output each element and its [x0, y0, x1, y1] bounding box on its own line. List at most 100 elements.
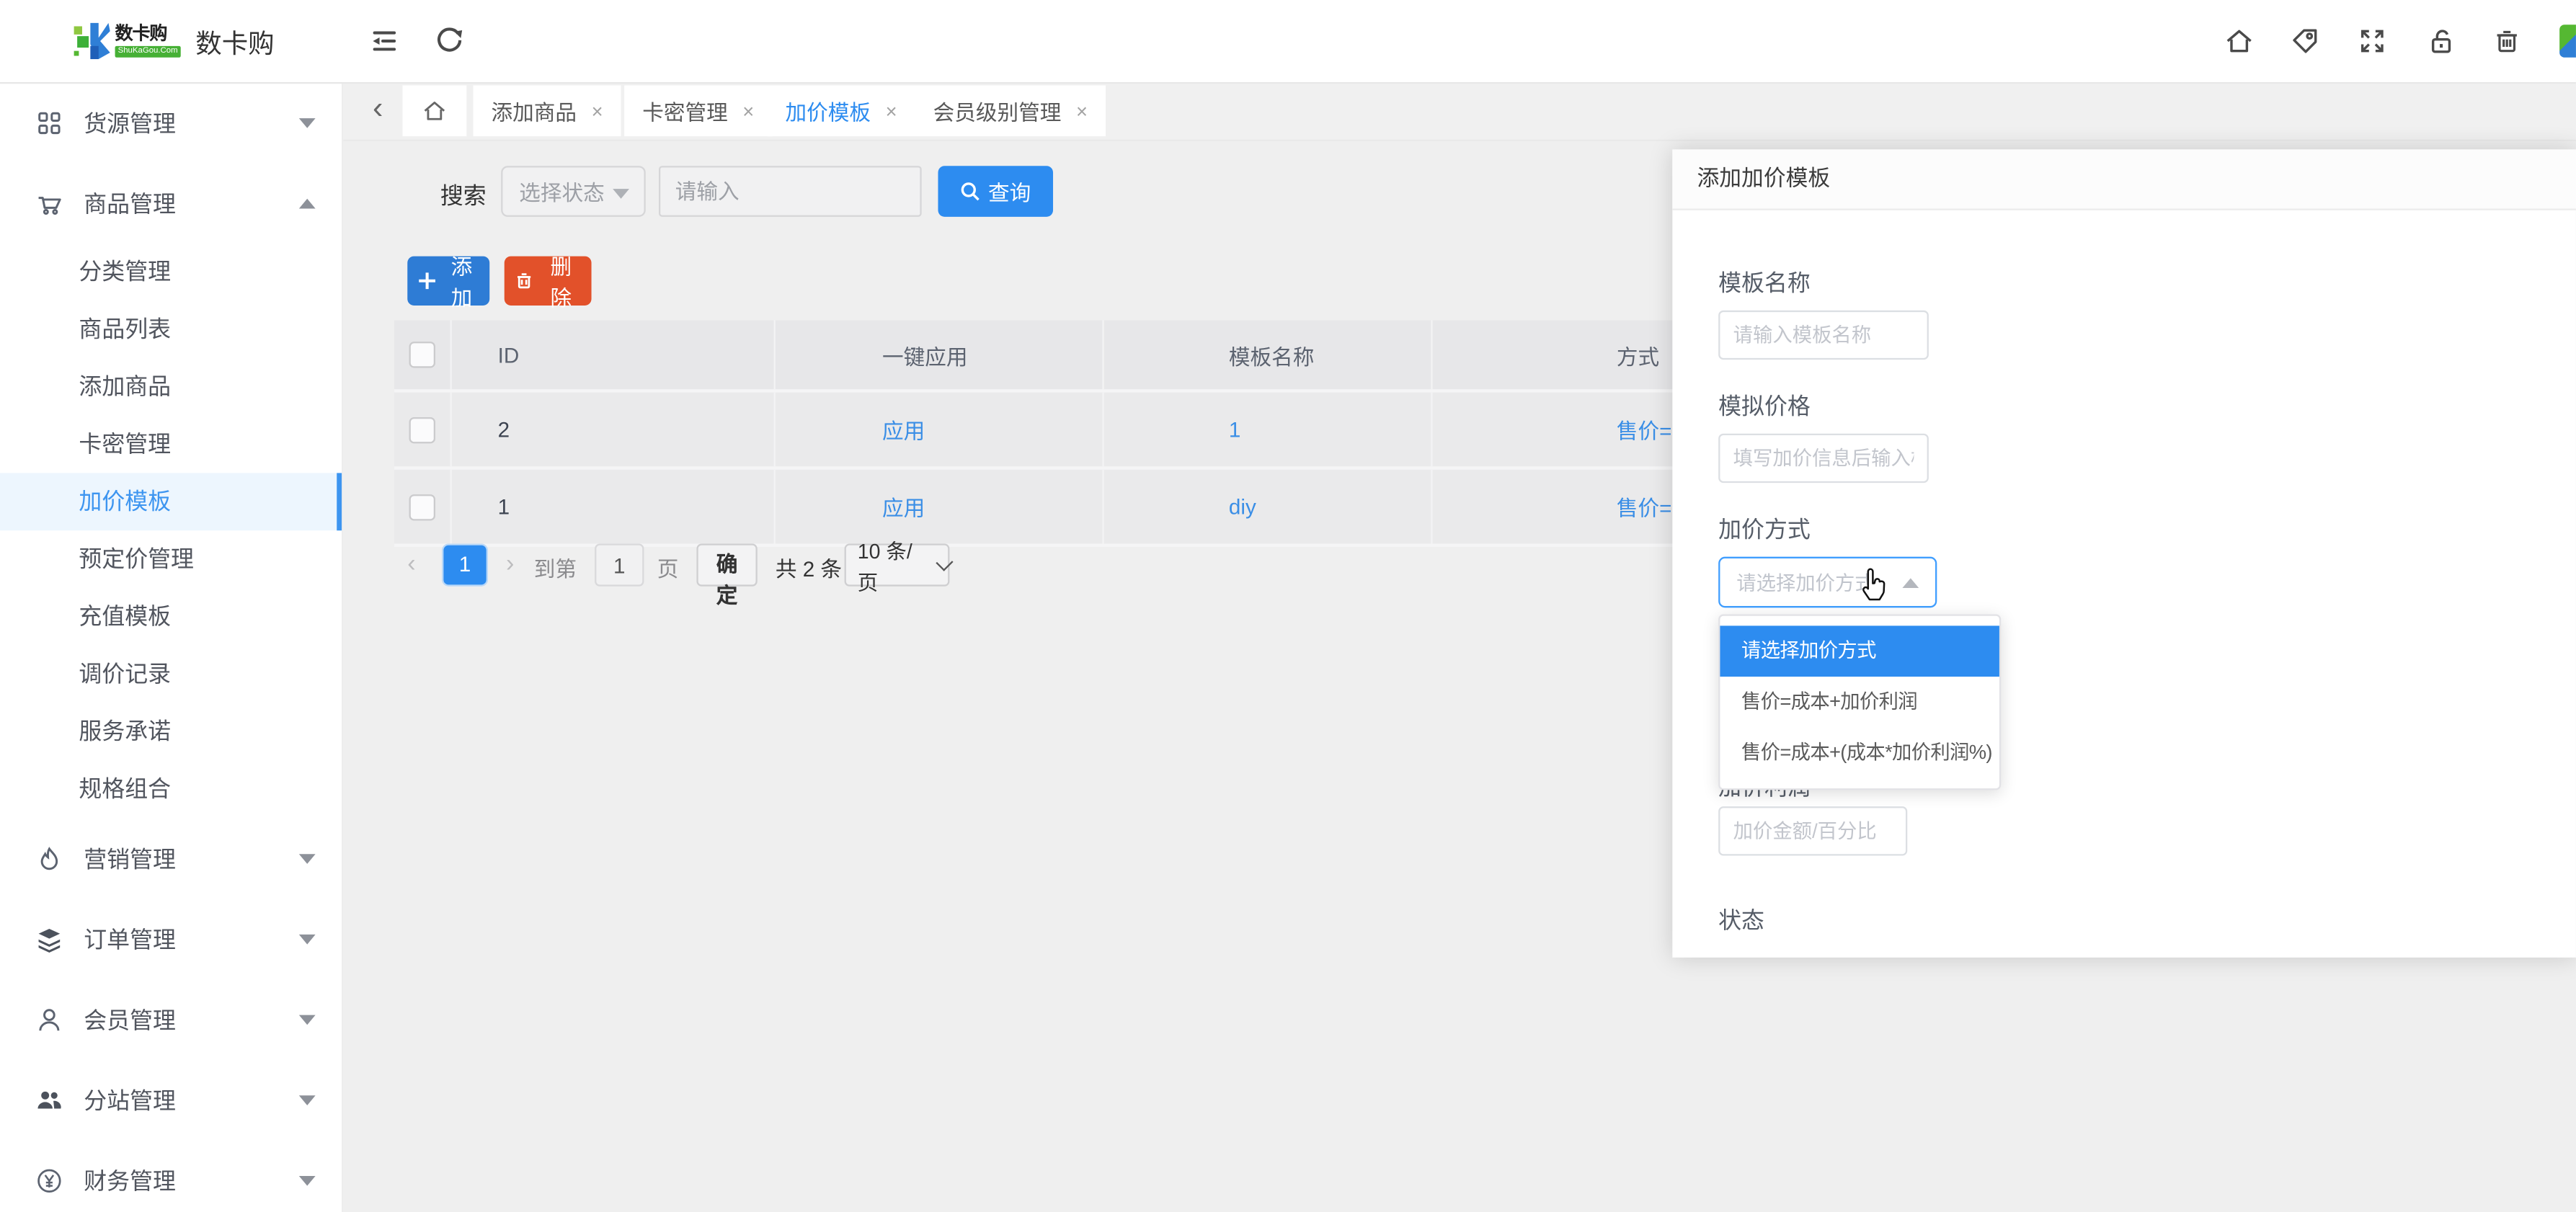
tabs-back-button[interactable]: ‹ [360, 89, 396, 133]
top-header: 数卡购 ShuKaGou.Com 数卡购 [0, 0, 2576, 84]
sidebar-item-spec-combo[interactable]: 规格组合 [0, 760, 342, 818]
trash-icon[interactable] [2492, 26, 2522, 55]
sidebar-item-preset-price[interactable]: 预定价管理 [0, 530, 342, 588]
sidebar-item-goods[interactable]: 商品管理 [0, 163, 342, 244]
tab-home[interactable] [402, 86, 466, 137]
markup-method-dropdown: 请选择加价方式 售价=成本+加价利润 售价=成本+(成本*加价利润%) [1718, 614, 2001, 790]
close-icon[interactable]: × [1076, 99, 1088, 122]
method-link[interactable]: 售价= [1617, 491, 1672, 522]
prev-page-button[interactable]: ‹ [407, 542, 415, 588]
next-page-button[interactable]: › [506, 542, 514, 588]
chevron-down-icon [299, 1095, 316, 1105]
sidebar-item-label: 货源管理 [84, 106, 176, 139]
cart-icon [36, 190, 62, 215]
tab-card-key[interactable]: 卡密管理 × [624, 86, 772, 137]
sidebar-item-label: 商品管理 [84, 187, 176, 220]
sidebar-item-recharge-template[interactable]: 充值模板 [0, 588, 342, 646]
dropdown-option[interactable]: 售价=成本+(成本*加价利润%) [1720, 728, 1999, 779]
template-name-link[interactable]: 1 [1229, 417, 1240, 442]
col-header-id: ID [452, 320, 776, 389]
sidebar-item-card-key[interactable]: 卡密管理 [0, 416, 342, 473]
apply-link[interactable]: 应用 [882, 491, 925, 522]
chevron-down-icon [299, 1014, 316, 1024]
sidebar-item-label: 财务管理 [84, 1164, 176, 1197]
pagination: ‹ 1 › 到第 页 确定 共 2 条 10 条/页 [342, 542, 1656, 588]
users-icon [36, 1087, 62, 1113]
row-checkbox[interactable] [409, 494, 435, 520]
sidebar-item-add-goods[interactable]: 添加商品 [0, 358, 342, 416]
markup-method-select[interactable]: 请选择加价方式 [1718, 557, 1937, 608]
delete-button[interactable]: 删除 [505, 257, 592, 306]
fullscreen-icon[interactable] [2358, 26, 2387, 55]
search-icon [960, 181, 982, 202]
current-page-button[interactable]: 1 [443, 545, 486, 585]
sidebar-submenu-goods: 分类管理 商品列表 添加商品 卡密管理 加价模板 预定价管理 充值模板 调价记录… [0, 243, 342, 818]
template-name-link[interactable]: diy [1229, 494, 1256, 519]
home-tab-icon [422, 99, 447, 123]
status-label: 状态 [1718, 904, 1764, 937]
tab-markup-template[interactable]: 加价模板 × [767, 86, 915, 137]
query-button[interactable]: 查询 [938, 166, 1053, 217]
add-template-drawer: 添加加价模板 模板名称 模拟价格 加价方式 请选择加价方式 加价利润 状态 请选… [1672, 149, 2576, 957]
page-size-select[interactable]: 10 条/页 [845, 543, 950, 586]
sidebar-item-category[interactable]: 分类管理 [0, 243, 342, 300]
cell-id: 2 [452, 393, 776, 467]
goto-prefix-label: 到第 [534, 552, 577, 583]
close-icon[interactable]: × [886, 99, 897, 122]
search-label: 搜索 [440, 179, 487, 212]
dropdown-option[interactable]: 请选择加价方式 [1720, 625, 1999, 677]
menu-collapse-icon[interactable] [370, 26, 399, 55]
confirm-page-button[interactable]: 确定 [696, 543, 757, 586]
grid-icon [36, 110, 62, 135]
sidebar-nav: 货源管理 商品管理 分类管理 商品列表 添加商品 卡密管理 加价模板 预定价管理… [0, 82, 343, 1212]
tag-icon[interactable] [2290, 26, 2319, 55]
sidebar-item-orders[interactable]: 订单管理 [0, 899, 342, 979]
avatar[interactable] [2559, 24, 2576, 58]
tab-add-goods[interactable]: 添加商品 × [473, 86, 621, 137]
template-name-label: 模板名称 [1718, 266, 1811, 299]
dropdown-option[interactable]: 售价=成本+加价利润 [1720, 677, 1999, 728]
sidebar-item-substations[interactable]: 分站管理 [0, 1059, 342, 1140]
refresh-icon[interactable] [434, 24, 463, 54]
sidebar-item-markup-template[interactable]: 加价模板 [0, 473, 342, 530]
unlock-icon[interactable] [2427, 26, 2456, 55]
total-count-label: 共 2 条 [776, 552, 842, 583]
template-name-input[interactable] [1718, 311, 1929, 360]
markup-method-label: 加价方式 [1718, 512, 1811, 545]
method-link[interactable]: 售价= [1617, 414, 1672, 445]
fire-icon [36, 845, 62, 871]
brand-logo[interactable]: 数卡购 ShuKaGou.Com 数卡购 [0, 0, 342, 82]
sidebar-item-members[interactable]: 会员管理 [0, 979, 342, 1059]
sidebar-item-goods-list[interactable]: 商品列表 [0, 300, 342, 358]
user-icon [36, 1006, 62, 1032]
sidebar-item-price-adjust-log[interactable]: 调价记录 [0, 646, 342, 703]
add-button[interactable]: 添加 [407, 257, 489, 306]
simulate-price-input[interactable] [1718, 434, 1929, 483]
col-header-apply: 一键应用 [776, 320, 1104, 389]
sidebar-item-finance[interactable]: 财务管理 [0, 1140, 342, 1212]
select-all-checkbox[interactable] [409, 342, 435, 367]
status-select[interactable]: 选择状态 [501, 166, 646, 217]
chevron-down-icon [299, 853, 316, 863]
goto-page-input[interactable] [595, 543, 644, 586]
simulate-price-label: 模拟价格 [1718, 389, 1811, 422]
brand-name: 数卡购 [115, 24, 181, 44]
markup-profit-input[interactable] [1718, 806, 1907, 855]
chevron-down-icon [613, 189, 629, 199]
sidebar-item-label: 会员管理 [84, 1003, 176, 1036]
sidebar-item-label: 分站管理 [84, 1083, 176, 1116]
apply-link[interactable]: 应用 [882, 414, 925, 445]
search-input[interactable] [659, 166, 922, 217]
close-icon[interactable]: × [742, 99, 754, 122]
yen-icon [36, 1167, 62, 1193]
sidebar-item-supply[interactable]: 货源管理 [0, 82, 342, 163]
trash-icon [514, 271, 533, 290]
tab-member-level[interactable]: 会员级别管理 × [915, 86, 1106, 137]
sidebar-item-label: 订单管理 [84, 922, 176, 955]
row-checkbox[interactable] [409, 416, 435, 442]
sidebar-item-service-promise[interactable]: 服务承诺 [0, 703, 342, 761]
home-icon[interactable] [2224, 26, 2254, 55]
sidebar-item-label: 营销管理 [84, 842, 176, 875]
sidebar-item-marketing[interactable]: 营销管理 [0, 818, 342, 899]
close-icon[interactable]: × [592, 99, 603, 122]
